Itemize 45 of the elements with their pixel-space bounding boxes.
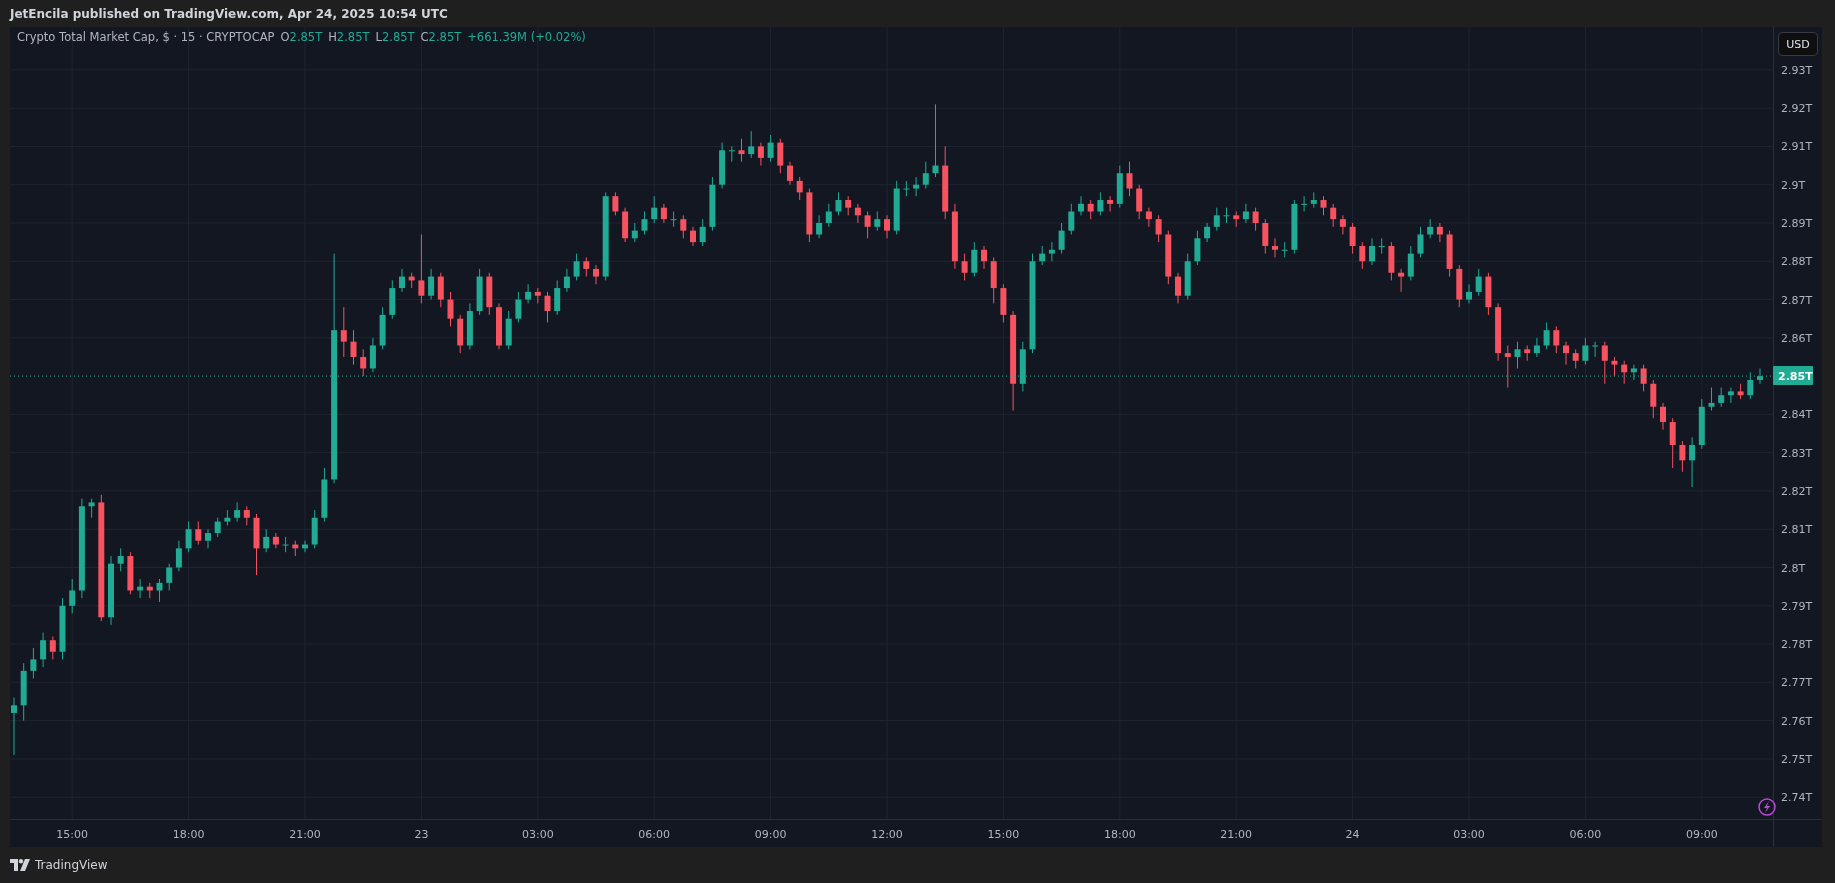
time-label: 23 <box>414 828 429 841</box>
time-label: 06:00 <box>1569 828 1602 841</box>
change-value: +661.39M (+0.02%) <box>467 30 586 44</box>
price-label: 2.84T <box>1781 408 1813 422</box>
symbol-title: Crypto Total Market Cap, $ · 15 · CRYPTOCAP <box>17 30 275 44</box>
currency-button[interactable]: USD <box>1778 32 1818 56</box>
price-label: 2.82T <box>1781 484 1813 498</box>
time-label: 21:00 <box>289 828 321 841</box>
time-label: 15:00 <box>987 828 1020 841</box>
price-label: 2.78T <box>1781 638 1813 652</box>
price-label: 2.83T <box>1781 446 1813 460</box>
last-price-label: 2.85T <box>1773 366 1813 386</box>
time-label: 12:00 <box>871 828 903 841</box>
price-label: 2.75T <box>1781 752 1813 766</box>
time-label: 15:00 <box>56 828 89 841</box>
brand-name: TradingView <box>35 858 108 872</box>
price-label: 2.86T <box>1781 331 1813 345</box>
price-label: 2.9T <box>1781 178 1806 192</box>
time-label: 18:00 <box>172 828 205 841</box>
price-label: 2.89T <box>1781 217 1813 230</box>
time-label: 03:00 <box>1453 828 1485 841</box>
ohlc-value: L2.85T <box>375 30 415 44</box>
price-label: 2.87T <box>1781 293 1813 307</box>
ohlc-value: O2.85T <box>280 30 323 44</box>
time-label: 18:00 <box>1103 828 1136 841</box>
time-label: 03:00 <box>521 828 554 841</box>
ohlc-value: H2.85T <box>328 30 370 44</box>
price-label: 2.76T <box>1781 714 1813 728</box>
price-label: 2.74T <box>1781 791 1813 805</box>
price-label: 2.77T <box>1781 676 1813 690</box>
time-label: 09:00 <box>754 828 787 841</box>
ohlc-value: C2.85T <box>420 30 462 44</box>
time-label: 06:00 <box>638 828 671 841</box>
price-label: 2.81T <box>1781 523 1813 537</box>
price-label: 2.91T <box>1781 140 1813 154</box>
price-label: 2.8T <box>1781 561 1806 575</box>
price-label: 2.93T <box>1781 63 1813 77</box>
time-label: 09:00 <box>1685 828 1718 841</box>
time-label: 21:00 <box>1220 828 1253 841</box>
ref-line-label: 2.85T <box>1778 370 1814 384</box>
price-label: 2.88T <box>1781 255 1813 269</box>
price-label: 2.92T <box>1781 102 1813 116</box>
publisher-caption: JetEncila published on TradingView.com, Apr 24, 2025 10:54 UTC <box>10 6 448 21</box>
time-label: 24 <box>1345 828 1360 841</box>
price-label: 2.79T <box>1781 599 1813 613</box>
